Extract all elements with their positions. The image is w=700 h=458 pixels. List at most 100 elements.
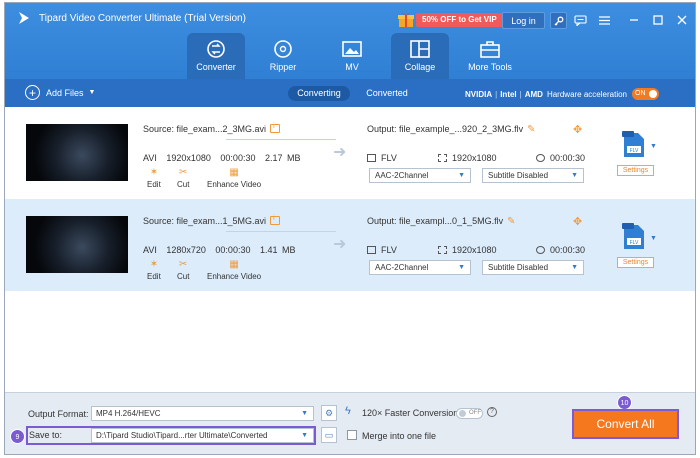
enhance-video-button[interactable]: ▦ Enhance Video: [207, 260, 261, 282]
film-icon: [367, 154, 376, 162]
output-format[interactable]: FLV: [367, 153, 397, 163]
output-format-label: Output Format:: [28, 409, 89, 419]
tab-label: Converter: [196, 62, 236, 72]
edit-button[interactable]: ✶ Edit: [147, 168, 161, 190]
cut-button[interactable]: ✂ Cut: [177, 260, 190, 282]
source-duration: 00:00:30: [215, 245, 251, 255]
output-resolution[interactable]: 1920x1080: [438, 245, 497, 255]
divider: [226, 139, 336, 140]
add-files-button[interactable]: + Add Files ▼: [25, 85, 95, 100]
settings-button[interactable]: Settings: [617, 257, 654, 268]
output-label: Output: file_example_...920_2_3MG.flv: [367, 124, 524, 134]
svg-text:FLV: FLV: [630, 240, 639, 246]
audio-track-select[interactable]: AAC-2Channel ▼: [369, 168, 471, 183]
gpu-intel: Intel: [500, 89, 517, 99]
flv-format-icon[interactable]: FLV: [622, 131, 646, 159]
edit-label: Edit: [147, 272, 161, 281]
divider: [226, 231, 336, 232]
cut-button[interactable]: ✂ Cut: [177, 168, 189, 190]
lightning-icon: ϟ: [345, 405, 351, 417]
tab-label: MV: [345, 62, 359, 72]
sub-toolbar: + Add Files ▼ Converting Converted NVIDI…: [5, 79, 695, 107]
close-icon[interactable]: [675, 13, 689, 27]
tab-collage[interactable]: Collage: [391, 33, 449, 79]
footer: Output Format: MP4 H.264/HEVC ▼ ⚙ Save to…: [5, 392, 695, 454]
video-thumbnail[interactable]: [26, 124, 128, 181]
tab-more-tools[interactable]: More Tools: [459, 33, 521, 79]
tab-converting[interactable]: Converting: [288, 86, 350, 101]
move-icon[interactable]: ✥: [573, 123, 582, 136]
faster-conversion-toggle[interactable]: OFF: [456, 408, 483, 419]
tab-mv[interactable]: MV: [323, 33, 381, 79]
chevron-down-icon: ▼: [301, 432, 308, 439]
save-to-select[interactable]: D:\Tipard Studio\Tipard...rter Ultimate\…: [91, 428, 314, 443]
gpu-amd: AMD: [524, 89, 543, 99]
chevron-down-icon[interactable]: ▼: [650, 143, 657, 150]
save-to-label: Save to:: [29, 430, 63, 440]
subtitle-select[interactable]: Subtitle Disabled ▼: [482, 168, 584, 183]
gift-icon: [398, 12, 414, 27]
save-to-value: D:\Tipard Studio\Tipard...rter Ultimate\…: [96, 431, 268, 440]
maximize-icon[interactable]: [651, 13, 665, 27]
tab-label: More Tools: [468, 62, 512, 72]
arrow-right-icon: ➜: [333, 236, 347, 253]
hw-accel-toggle[interactable]: ON: [632, 88, 659, 100]
minimize-icon[interactable]: [627, 13, 641, 27]
tab-converted[interactable]: Converted: [362, 86, 412, 101]
file-row[interactable]: Source: file_exam...2_3MG.avi AVI 1920x1…: [5, 107, 695, 199]
file-row[interactable]: Source: file_exam...1_5MG.avi AVI 1280x7…: [5, 199, 695, 291]
tab-ripper[interactable]: Ripper: [254, 33, 312, 79]
output-duration: 00:00:30: [536, 153, 585, 163]
chevron-down-icon: ▼: [571, 264, 578, 271]
step-badge-convert: 10: [617, 395, 632, 410]
vip-promo[interactable]: 50% OFF to Get VIP: [398, 11, 503, 28]
chevron-down-icon: ▼: [458, 264, 465, 271]
source-label: Source: file_exam...2_3MG.avi: [143, 124, 267, 134]
edit-button[interactable]: ✶ Edit: [147, 259, 161, 282]
info-icon[interactable]: [270, 123, 281, 133]
pencil-icon[interactable]: ✎: [507, 216, 515, 227]
login-button[interactable]: Log in: [502, 12, 545, 29]
app-window: Tipard Video Converter Ultimate (Trial V…: [4, 2, 696, 455]
subtitle-select[interactable]: Subtitle Disabled ▼: [482, 260, 584, 275]
settings-button[interactable]: Settings: [617, 165, 654, 176]
cut-label: Cut: [177, 272, 190, 281]
audio-track-select[interactable]: AAC-2Channel ▼: [369, 260, 471, 275]
output-duration-value: 00:00:30: [550, 245, 586, 255]
source-resolution: 1920x1080: [166, 153, 211, 163]
output-format-select[interactable]: MP4 H.264/HEVC ▼: [91, 406, 314, 421]
audio-track-value: AAC-2Channel: [375, 263, 429, 272]
output-format[interactable]: FLV: [367, 245, 397, 255]
resize-icon: [438, 246, 447, 254]
clock-icon: [536, 246, 545, 254]
subtitle-value: Subtitle Disabled: [488, 263, 549, 272]
flv-format-icon[interactable]: FLV: [622, 223, 646, 251]
chevron-down-icon[interactable]: ▼: [89, 89, 96, 96]
enhance-video-button[interactable]: ▦ Enhance Video: [207, 168, 261, 190]
merge-checkbox[interactable]: [347, 430, 357, 440]
move-icon[interactable]: ✥: [573, 215, 582, 228]
faster-conversion-label: 120× Faster Conversion: [362, 408, 459, 418]
app-logo-icon: [19, 12, 29, 24]
convert-all-button[interactable]: Convert All: [572, 409, 679, 439]
chevron-down-icon: ▼: [301, 410, 308, 417]
folder-icon[interactable]: ▭: [321, 427, 337, 443]
source-size: 1.41 MB: [259, 245, 296, 255]
tab-converter[interactable]: Converter: [187, 33, 245, 79]
output-resolution-value: 1920x1080: [452, 245, 497, 255]
info-icon[interactable]: [270, 215, 281, 225]
ripper-icon: [274, 40, 292, 58]
source-format: AVI: [143, 245, 157, 255]
chevron-down-icon[interactable]: ▼: [650, 235, 657, 242]
key-button[interactable]: [550, 12, 567, 29]
header: Tipard Video Converter Ultimate (Trial V…: [5, 3, 695, 79]
pencil-icon[interactable]: ✎: [527, 124, 535, 135]
source-meta: AVI 1280x720 00:00:30 1.41 MB: [143, 245, 301, 255]
video-thumbnail[interactable]: [26, 216, 128, 273]
menu-icon[interactable]: [597, 13, 611, 27]
output-resolution[interactable]: 1920x1080: [438, 153, 497, 163]
magic-wand-icon: ✶: [149, 259, 159, 270]
help-icon[interactable]: ?: [487, 407, 497, 417]
feedback-icon[interactable]: [573, 13, 587, 27]
format-settings-icon[interactable]: ⚙: [321, 405, 337, 421]
